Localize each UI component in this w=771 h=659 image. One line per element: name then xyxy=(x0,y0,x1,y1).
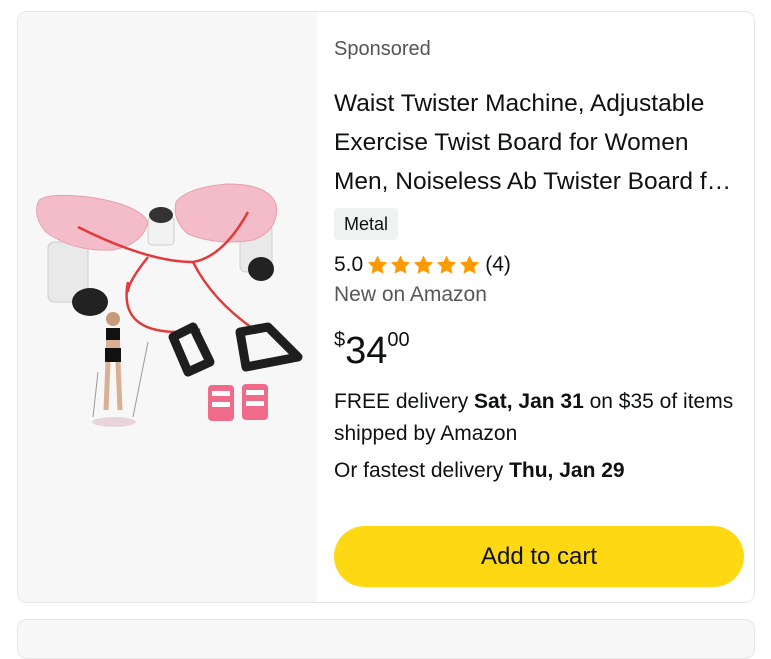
delivery-info: FREE delivery Sat, Jan 31 on $35 of item… xyxy=(334,386,739,450)
model-leg xyxy=(115,361,123,411)
model-cord xyxy=(92,371,99,418)
next-product-card[interactable] xyxy=(17,619,755,659)
handle-left xyxy=(168,322,215,377)
fastest-delivery-info: Or fastest delivery Thu, Jan 29 xyxy=(334,455,625,487)
delivery-prefix: FREE delivery xyxy=(334,390,475,413)
fastest-date: Thu, Jan 29 xyxy=(509,459,625,482)
variant-badge: Metal xyxy=(334,208,399,240)
star-icon xyxy=(391,255,411,274)
rating-value: 5.0 xyxy=(334,253,364,276)
rating-stars xyxy=(366,254,481,276)
wristband-stripe xyxy=(212,391,230,396)
model-leg xyxy=(103,361,111,411)
price-whole: 34 xyxy=(345,330,388,372)
model-head xyxy=(106,312,120,326)
product-title[interactable]: Waist Twister Machine, Adjustable Exerci… xyxy=(334,84,734,201)
model-torso xyxy=(106,340,120,348)
wristband-stripe xyxy=(212,402,230,407)
price: $ 34 00 xyxy=(334,325,410,371)
add-to-cart-button[interactable]: Add to cart xyxy=(334,526,744,587)
handle-right xyxy=(235,322,303,372)
model-board xyxy=(92,417,136,427)
price-fraction: 00 xyxy=(387,329,410,351)
star-icon xyxy=(437,255,457,274)
model-cord xyxy=(132,341,149,418)
foot-cap-left xyxy=(72,288,108,316)
rating-row[interactable]: 5.0 (4) xyxy=(334,252,511,278)
condition-text: New on Amazon xyxy=(334,283,487,306)
pedal-right xyxy=(174,183,278,243)
review-count[interactable]: (4) xyxy=(485,253,511,277)
price-symbol: $ xyxy=(334,329,346,351)
product-image[interactable] xyxy=(18,12,317,602)
fastest-prefix: Or fastest delivery xyxy=(334,459,510,482)
cord-drop xyxy=(126,256,149,293)
waist-twister-product-photo xyxy=(36,183,303,427)
star-icon xyxy=(414,255,434,274)
wristband-stripe xyxy=(246,390,264,395)
wristband-stripe xyxy=(246,401,264,406)
foot-cap-right xyxy=(248,257,274,281)
product-info: Sponsored Waist Twister Machine, Adjusta… xyxy=(334,12,746,602)
counter-display xyxy=(149,207,173,223)
sponsored-label: Sponsored xyxy=(334,38,431,60)
star-icon xyxy=(460,255,480,274)
model-shorts xyxy=(105,348,121,362)
star-icon xyxy=(368,255,388,274)
delivery-date: Sat, Jan 31 xyxy=(474,390,584,413)
model-top xyxy=(106,328,120,340)
product-card[interactable]: Sponsored Waist Twister Machine, Adjusta… xyxy=(17,11,755,603)
